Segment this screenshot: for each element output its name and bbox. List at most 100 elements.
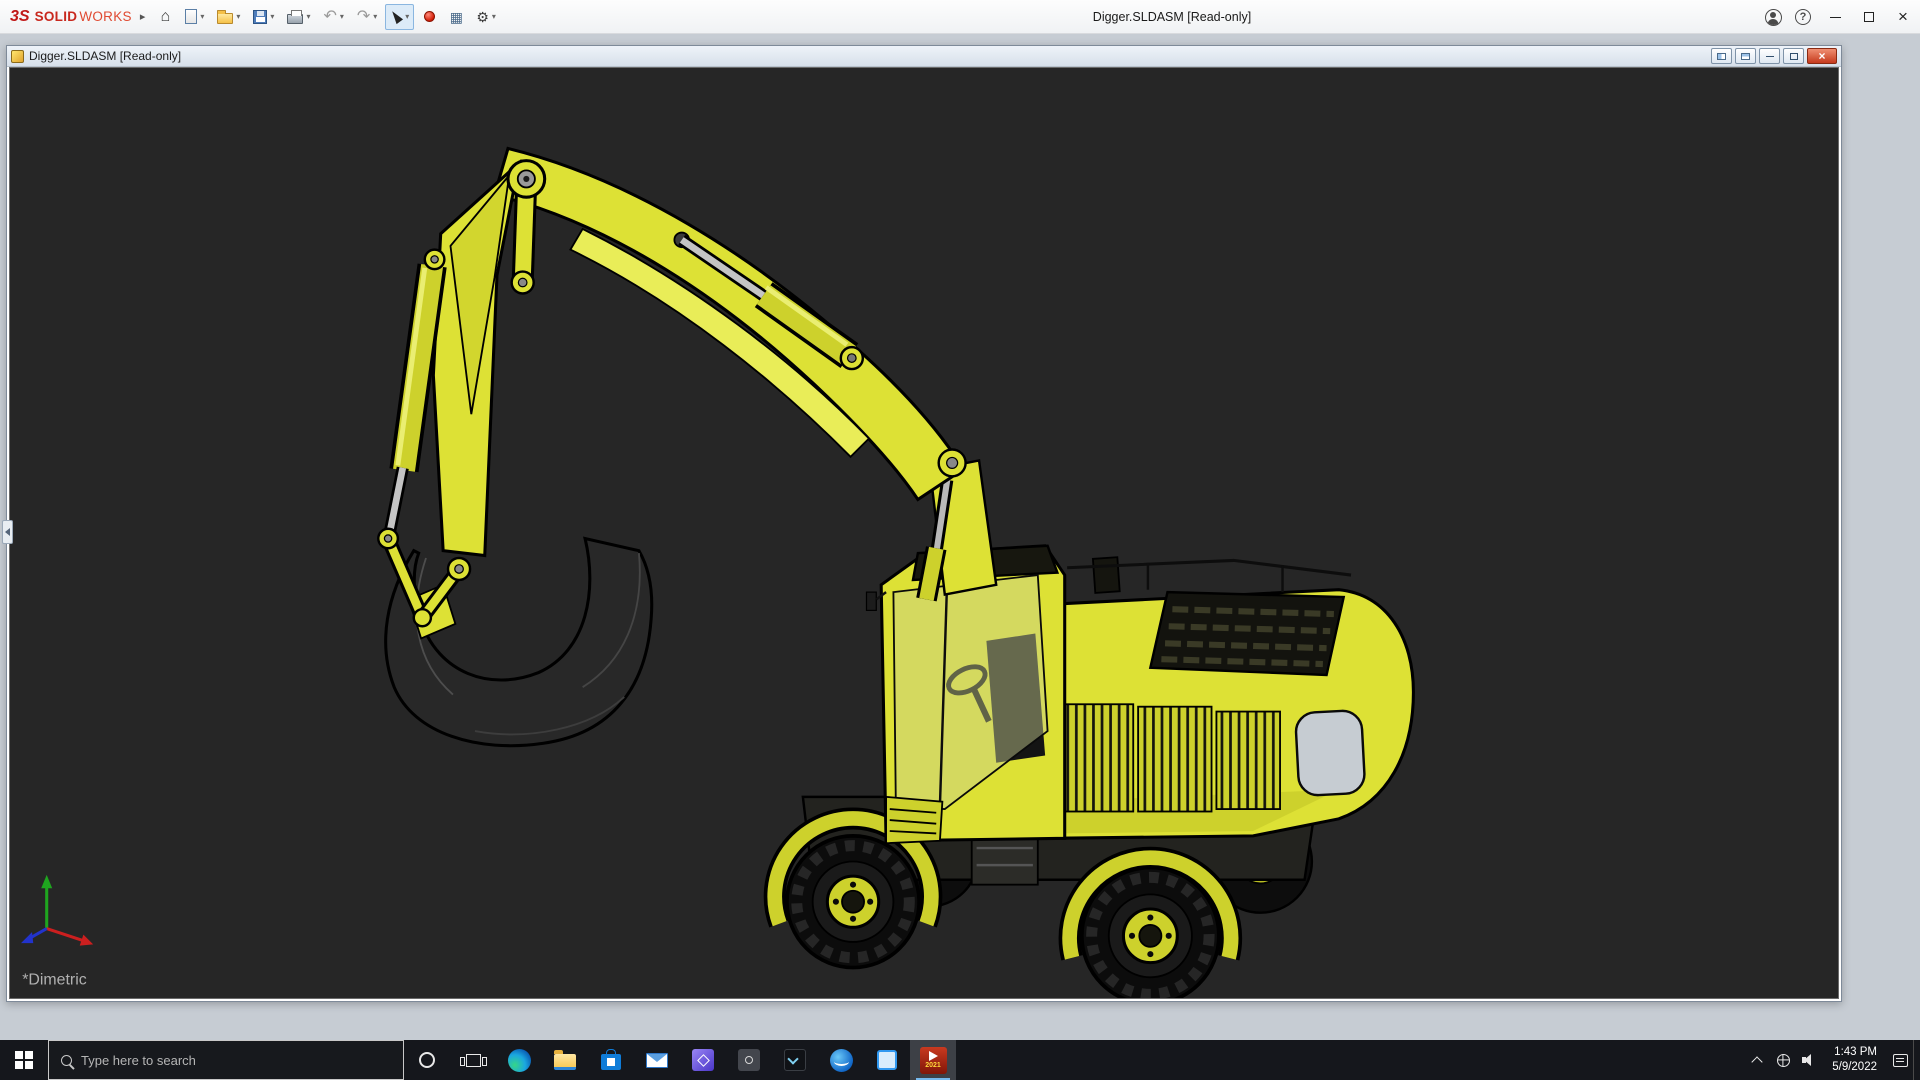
doc-split-horizontal-button[interactable] xyxy=(1735,48,1756,64)
help-button[interactable]: ? xyxy=(1788,1,1818,34)
mail-icon xyxy=(646,1052,668,1068)
solidworks-2021-button[interactable]: 2021 xyxy=(910,1040,956,1080)
3dexperience-button[interactable] xyxy=(818,1040,864,1080)
redo-icon: ↷ xyxy=(356,7,371,25)
3dexperience-icon xyxy=(829,1048,853,1072)
collapsed-panel-arrow[interactable] xyxy=(2,520,13,544)
taskbar-search[interactable] xyxy=(48,1040,404,1080)
app-titlebar: 3S SOLID WORKS ▸ ⌂ ▾ ▾ ▾ ▾ ↶ ▾ ↷ ▾ ▾ ▦ ⚙… xyxy=(0,0,1920,34)
edge-button[interactable] xyxy=(496,1040,542,1080)
taskbar: 2021 1:43 PM 5/9/2022 xyxy=(0,1040,1920,1080)
options-button[interactable]: ⚙ ▾ xyxy=(471,4,501,30)
3d-viewer-button[interactable] xyxy=(680,1040,726,1080)
orientation-triad xyxy=(21,874,94,946)
volume-icon xyxy=(1801,1054,1817,1066)
snipping-tool-button[interactable] xyxy=(726,1040,772,1080)
doc-close-button[interactable]: × xyxy=(1807,48,1837,64)
mail-button[interactable] xyxy=(634,1040,680,1080)
redo-button[interactable]: ↷ ▾ xyxy=(352,4,382,30)
chevron-down-icon[interactable]: ▾ xyxy=(373,12,377,21)
action-center-button[interactable] xyxy=(1887,1040,1913,1080)
search-icon xyxy=(61,1054,72,1066)
excavator-boom-arm[interactable] xyxy=(492,146,998,602)
excavator-3d-model[interactable]: *Dimetric xyxy=(10,68,1838,998)
graphics-viewport[interactable]: *Dimetric xyxy=(9,67,1839,999)
terminal-button[interactable] xyxy=(772,1040,818,1080)
file-explorer-icon xyxy=(554,1050,576,1070)
system-tray: 1:43 PM 5/9/2022 xyxy=(1744,1040,1920,1080)
volume-button[interactable] xyxy=(1796,1040,1822,1080)
select-cursor-icon xyxy=(389,8,404,25)
open-folder-icon xyxy=(217,9,234,24)
app-maximize-button[interactable] xyxy=(1852,1,1886,34)
start-button[interactable] xyxy=(0,1040,48,1080)
print-button[interactable]: ▾ xyxy=(282,4,315,30)
view-orientation-label: *Dimetric xyxy=(22,972,87,989)
engine-grille xyxy=(1148,590,1346,677)
titlebar-right-controls: ? × xyxy=(1758,0,1920,34)
doc-split-view-button[interactable] xyxy=(1711,48,1732,64)
undo-icon: ↶ xyxy=(323,7,337,25)
brand-works-text: WORKS xyxy=(79,8,132,24)
chevron-down-icon[interactable]: ▾ xyxy=(200,12,204,21)
chevron-down-icon[interactable]: ▾ xyxy=(340,12,344,21)
open-button[interactable]: ▾ xyxy=(212,4,245,30)
tray-expand-button[interactable] xyxy=(1744,1040,1770,1080)
minimize-icon xyxy=(1765,55,1774,57)
dassault-mark-icon: 3S xyxy=(10,7,30,25)
new-document-button[interactable]: ▾ xyxy=(180,4,209,30)
account-button[interactable] xyxy=(1758,1,1788,34)
doc-restore-button[interactable] xyxy=(1783,48,1804,64)
excavator-stick-arm[interactable] xyxy=(382,158,547,558)
app-minimize-button[interactable] xyxy=(1818,1,1852,34)
save-button[interactable]: ▾ xyxy=(248,4,279,30)
doc-minimize-button[interactable] xyxy=(1759,48,1780,64)
file-explorer-button[interactable] xyxy=(542,1040,588,1080)
store-icon xyxy=(601,1049,621,1070)
app-window-button[interactable] xyxy=(864,1040,910,1080)
split-vertical-icon xyxy=(1717,52,1726,60)
undo-button[interactable]: ↶ ▾ xyxy=(318,4,348,30)
network-icon xyxy=(1776,1053,1790,1067)
show-desktop-button[interactable] xyxy=(1913,1040,1920,1080)
xpress-products-button[interactable] xyxy=(417,4,441,30)
home-button[interactable]: ⌂ xyxy=(153,4,177,30)
assembly-document-icon xyxy=(11,49,24,63)
store-button[interactable] xyxy=(588,1040,634,1080)
edge-icon xyxy=(507,1048,531,1072)
quick-access-toolbar: ⌂ ▾ ▾ ▾ ▾ ↶ ▾ ↷ ▾ ▾ ▦ ⚙ ▾ xyxy=(153,3,501,30)
clock-time: 1:43 PM xyxy=(1834,1046,1877,1059)
clock-date: 5/9/2022 xyxy=(1832,1061,1877,1073)
app-title: Digger.SLDASM [Read-only] xyxy=(1092,10,1252,24)
excavator-bucket[interactable] xyxy=(377,527,654,748)
select-tool-button[interactable]: ▾ xyxy=(385,3,415,30)
home-icon: ⌂ xyxy=(160,7,171,25)
taskbar-search-input[interactable] xyxy=(81,1052,361,1068)
file-properties-button[interactable]: ▦ xyxy=(444,4,468,30)
chevron-down-icon[interactable]: ▾ xyxy=(306,12,310,21)
document-titlebar[interactable]: Digger.SLDASM [Read-only] × xyxy=(7,46,1841,67)
chevron-down-icon[interactable]: ▾ xyxy=(270,12,274,21)
3d-viewer-icon xyxy=(692,1049,714,1071)
cortana-button[interactable] xyxy=(404,1040,450,1080)
app-close-button[interactable]: × xyxy=(1886,1,1920,34)
save-icon xyxy=(253,9,268,24)
network-button[interactable] xyxy=(1770,1040,1796,1080)
properties-table-icon: ▦ xyxy=(449,8,463,25)
chevron-up-icon xyxy=(1751,1056,1763,1068)
task-view-button[interactable] xyxy=(450,1040,496,1080)
print-icon xyxy=(287,9,304,24)
taskbar-clock[interactable]: 1:43 PM 5/9/2022 xyxy=(1832,1045,1877,1075)
chevron-down-icon[interactable]: ▾ xyxy=(405,12,409,21)
solidworks-version-badge: 2021 xyxy=(925,1062,941,1069)
chevron-down-icon[interactable]: ▾ xyxy=(236,12,240,21)
toolbar-expander-icon[interactable]: ▸ xyxy=(140,10,146,23)
maximize-icon xyxy=(1864,12,1874,22)
excavator-body[interactable] xyxy=(1048,556,1415,840)
gear-icon: ⚙ xyxy=(476,8,489,25)
document-title: Digger.SLDASM [Read-only] xyxy=(29,49,182,63)
task-view-icon xyxy=(459,1053,487,1067)
chevron-down-icon[interactable]: ▾ xyxy=(492,12,496,21)
new-document-icon xyxy=(185,9,198,24)
snipping-tool-icon xyxy=(738,1049,760,1071)
